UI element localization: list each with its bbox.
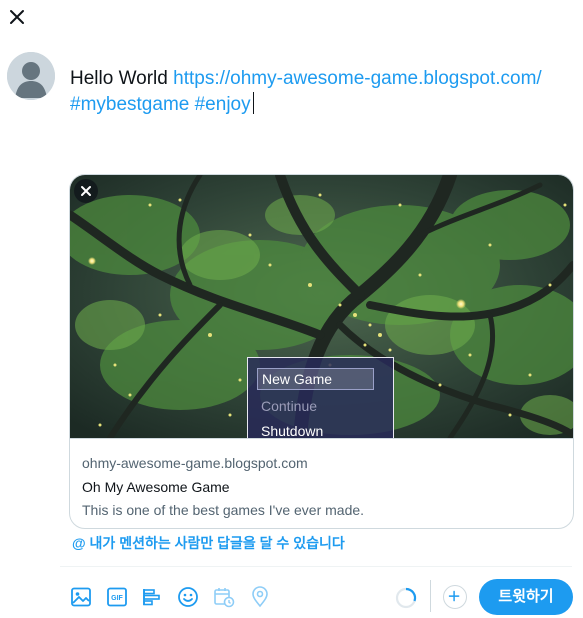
card-text-area: ohmy-awesome-game.blogspot.com Oh My Awe…: [70, 438, 573, 528]
plus-icon: [448, 590, 460, 602]
schedule-icon: [214, 588, 235, 608]
poll-button[interactable]: [140, 585, 164, 609]
card-image: New Game Continue Shutdown: [70, 175, 573, 445]
poll-icon: [143, 589, 160, 606]
close-button[interactable]: [6, 6, 28, 28]
menu-item-new-game: New Game: [257, 368, 374, 390]
avatar[interactable]: [7, 52, 55, 100]
gif-button[interactable]: GIF: [105, 585, 129, 609]
card-domain: ohmy-awesome-game.blogspot.com: [82, 455, 308, 471]
add-tweet-button[interactable]: [443, 585, 467, 609]
text-caret: [252, 92, 254, 114]
card-title: Oh My Awesome Game: [82, 479, 230, 495]
compose-plain-text: Hello World: [70, 68, 174, 89]
location-button[interactable]: [248, 585, 272, 609]
media-button[interactable]: [69, 585, 93, 609]
location-icon: [252, 586, 268, 608]
tweet-button[interactable]: 트윗하기: [479, 579, 573, 615]
divider: [60, 566, 572, 567]
link-preview-card[interactable]: New Game Continue Shutdown ohmy-awesome-…: [69, 174, 574, 529]
gif-icon: GIF: [107, 587, 127, 607]
game-title-menu: New Game Continue Shutdown: [247, 357, 394, 439]
image-icon: [71, 587, 91, 607]
reply-setting-button[interactable]: @ 내가 멘션하는 사람만 답글을 달 수 있습니다: [72, 533, 345, 553]
schedule-button[interactable]: [212, 585, 236, 609]
close-icon: [10, 10, 24, 24]
card-description: This is one of the best games I've ever …: [82, 502, 365, 518]
toolbar-separator: [430, 580, 431, 612]
remove-card-button[interactable]: [74, 179, 98, 203]
menu-item-shutdown: Shutdown: [261, 423, 324, 439]
character-count-progress: [394, 586, 418, 610]
progress-circle-icon: [395, 587, 417, 609]
emoji-icon: [178, 587, 198, 607]
tweet-compose-textarea[interactable]: Hello World https://ohmy-awesome-game.bl…: [70, 66, 550, 118]
close-icon: [81, 186, 91, 196]
default-avatar-icon: [7, 52, 55, 100]
menu-item-continue: Continue: [261, 398, 318, 414]
svg-text:GIF: GIF: [111, 595, 123, 602]
emoji-button[interactable]: [176, 585, 200, 609]
